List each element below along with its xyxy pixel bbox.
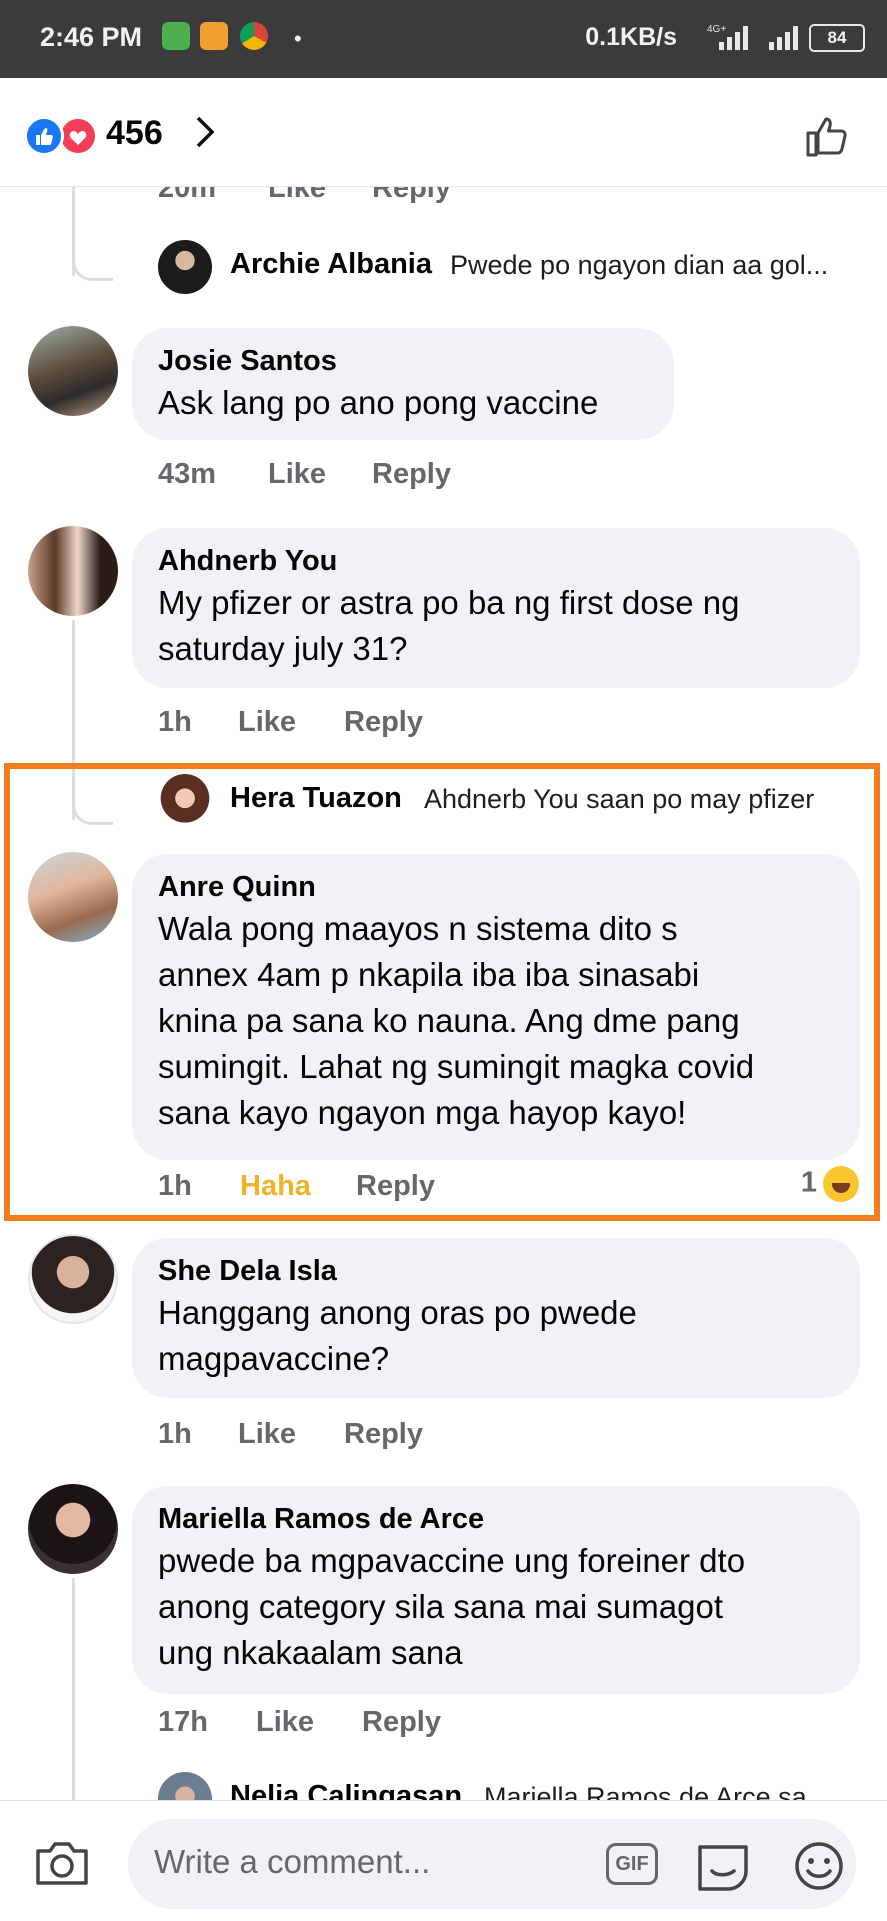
- camera-icon[interactable]: [34, 1837, 90, 1887]
- status-bar: 2:46 PM • 0.1KB/s 4G+ 84: [0, 0, 887, 78]
- reply-text: Mariella Ramos de Arce sa: [484, 1782, 807, 1800]
- reply-text: Pwede po ngayon dian aa gol...: [450, 250, 829, 280]
- like-link[interactable]: Like: [268, 186, 326, 205]
- avatar[interactable]: [28, 526, 118, 616]
- comment-time: 17h: [158, 1706, 208, 1738]
- thread-curve: [72, 240, 113, 281]
- comment-time: 1h: [158, 706, 192, 738]
- thread-line: [72, 1578, 75, 1800]
- comment-input[interactable]: Write a comment... GIF: [128, 1819, 856, 1909]
- comment-bubble: Ahdnerb You My pfizer or astra po ba ng …: [132, 528, 860, 688]
- like-link[interactable]: Like: [268, 458, 326, 491]
- comment-text: magpavaccine?: [158, 1340, 390, 1377]
- like-button-icon[interactable]: [803, 112, 851, 160]
- comment-text: My pfizer or astra po ba ng first dose n…: [158, 584, 740, 621]
- avatar[interactable]: [28, 1234, 118, 1324]
- like-link[interactable]: Like: [238, 1418, 296, 1451]
- comment-text: saturday july 31?: [158, 630, 408, 667]
- comment-input-placeholder: Write a comment...: [154, 1843, 431, 1880]
- app-notification-icon: [200, 22, 228, 50]
- chevron-right-icon: [196, 116, 215, 148]
- comment-text: Ask lang po ano pong vaccine: [158, 384, 599, 421]
- avatar[interactable]: [28, 1484, 118, 1574]
- comment-bubble: Josie Santos Ask lang po ano pong vaccin…: [132, 328, 674, 440]
- comment-author[interactable]: Mariella Ramos de Arce: [158, 1500, 834, 1538]
- comment-text: anong category sila sana mai sumagot: [158, 1588, 723, 1625]
- love-reaction-icon: [58, 116, 98, 156]
- avatar: [158, 1772, 212, 1800]
- download-notification-icon: [162, 22, 190, 50]
- gif-button[interactable]: GIF: [606, 1843, 658, 1885]
- comment-author[interactable]: Josie Santos: [158, 342, 648, 380]
- like-reaction-icon: [24, 116, 64, 156]
- comment-text: Hanggang anong oras po pwede: [158, 1294, 637, 1331]
- reply-link[interactable]: Reply: [344, 706, 423, 739]
- comment-time: 20m: [158, 186, 217, 204]
- sheet-header: 456: [0, 78, 887, 187]
- like-link[interactable]: Like: [238, 706, 296, 739]
- avatar[interactable]: [28, 326, 118, 416]
- emoji-icon[interactable]: [792, 1839, 846, 1893]
- reply-link[interactable]: Reply: [362, 1706, 441, 1739]
- reply-link[interactable]: Reply: [372, 458, 451, 491]
- signal-icon: [769, 26, 798, 50]
- comment-bubble: She Dela Isla Hanggang anong oras po pwe…: [132, 1238, 860, 1398]
- more-notifications-icon: •: [294, 26, 302, 51]
- comment-author[interactable]: She Dela Isla: [158, 1252, 834, 1290]
- status-time: 2:46 PM: [40, 22, 143, 52]
- avatar: [158, 240, 212, 294]
- reply-link[interactable]: Reply: [344, 1418, 423, 1451]
- like-link[interactable]: Like: [256, 1706, 314, 1739]
- comment-time: 1h: [158, 1418, 192, 1450]
- reply-link[interactable]: Reply: [372, 186, 451, 205]
- svg-text:4G+: 4G+: [707, 24, 726, 35]
- reaction-count: 456: [106, 114, 163, 152]
- comment-composer: Write a comment... GIF: [0, 1800, 887, 1921]
- chrome-icon: [240, 22, 268, 50]
- comments-sheet: 456 20m Like Reply Archie Albania Pwede …: [0, 78, 887, 1920]
- sticker-icon[interactable]: [694, 1839, 752, 1893]
- comment-text: ung nkakaalam sana: [158, 1634, 463, 1671]
- comment-text: pwede ba mgpavaccine ung foreiner dto: [158, 1542, 746, 1579]
- comment-bubble: Mariella Ramos de Arce pwede ba mgpavacc…: [132, 1486, 860, 1694]
- comment-author[interactable]: Ahdnerb You: [158, 542, 834, 580]
- signal-4g-icon: 4G+: [707, 24, 748, 50]
- battery-icon: 84: [809, 24, 865, 52]
- comment-time: 43m: [158, 458, 217, 490]
- network-speed: 0.1KB/s: [585, 23, 677, 51]
- reply-author: Archie Albania: [230, 248, 432, 280]
- reply-author: Nelia Calingasan: [230, 1780, 463, 1800]
- highlight-box: [4, 763, 880, 1221]
